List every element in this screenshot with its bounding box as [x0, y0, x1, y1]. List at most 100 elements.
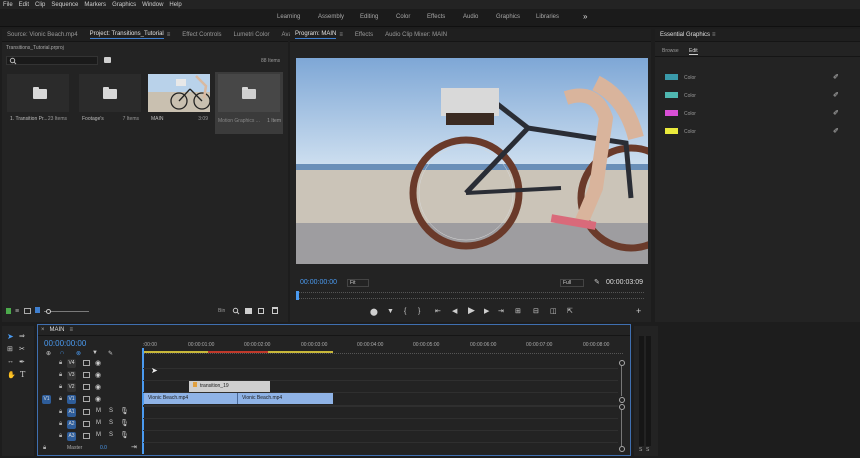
workspace-editing[interactable]: Editing [360, 14, 378, 20]
mark-in-icon[interactable]: { [404, 308, 406, 315]
step-forward-icon[interactable]: ▶ [484, 308, 489, 315]
wrench-icon[interactable]: ✎ [594, 278, 600, 286]
tab-effect-controls[interactable]: Effect Controls [182, 32, 221, 38]
mute-button[interactable]: M [96, 420, 101, 426]
find-icon[interactable] [232, 307, 240, 315]
color-swatch[interactable] [665, 92, 678, 98]
solo-button[interactable]: S [109, 408, 113, 414]
menu-graphics[interactable]: Graphics [112, 2, 136, 8]
scroll-handle-bottom[interactable] [619, 446, 625, 452]
selection-tool-icon[interactable]: ➤ [7, 332, 14, 341]
solo-left[interactable]: S [639, 447, 642, 453]
program-video-frame[interactable] [296, 58, 648, 264]
master-value[interactable]: 0.0 [100, 445, 107, 451]
source-patch-v1[interactable]: V1 [42, 395, 51, 404]
new-bin-icon[interactable] [104, 57, 111, 63]
step-back-icon[interactable]: ◀ [452, 308, 457, 315]
lock-track-icon[interactable]: 🔒︎ [59, 433, 62, 440]
eg-menu-icon[interactable]: ≡ [712, 32, 716, 38]
sync-lock-icon[interactable] [83, 433, 90, 439]
menu-sequence[interactable]: Sequence [51, 2, 78, 8]
new-item-icon[interactable] [258, 308, 264, 314]
workspace-audio[interactable]: Audio [463, 14, 478, 20]
lock-track-icon[interactable]: 🔒︎ [59, 384, 62, 391]
bin-footages[interactable]: Footage's 7 Items [79, 74, 141, 134]
timeline-menu-icon[interactable]: ≡ [70, 327, 74, 333]
menu-file[interactable]: File [3, 2, 13, 8]
program-playhead[interactable] [296, 291, 299, 300]
workspace-effects[interactable]: Effects [427, 14, 445, 20]
eg-tab-edit[interactable]: Edit [689, 48, 698, 55]
nest-icon[interactable]: ⊕ [46, 350, 51, 357]
workspace-libraries[interactable]: Libraries [536, 14, 559, 20]
scroll-handle-mid[interactable] [619, 404, 625, 410]
new-bin-footer-icon[interactable] [245, 308, 252, 314]
workspace-learning[interactable]: Learning [277, 14, 300, 20]
mute-button[interactable]: M [96, 432, 101, 438]
mark-out-icon[interactable]: } [418, 308, 420, 315]
sync-lock-icon[interactable] [83, 372, 90, 378]
menu-clip[interactable]: Clip [35, 2, 45, 8]
track-label[interactable]: V4 [67, 359, 76, 368]
workspace-assembly[interactable]: Assembly [318, 14, 344, 20]
pen-tool-icon[interactable]: ✒ [19, 358, 25, 366]
hand-tool-icon[interactable]: ✋ [7, 371, 16, 379]
project-menu-icon[interactable]: ≡ [167, 32, 171, 38]
eye-icon[interactable]: ◉ [95, 359, 101, 367]
solo-button[interactable]: S [109, 420, 113, 426]
tab-lumetri-color[interactable]: Lumetri Color [234, 32, 270, 38]
graphic-clip[interactable]: transition_19 [189, 381, 270, 392]
eye-icon[interactable]: ◉ [95, 395, 101, 403]
color-swatch[interactable] [665, 128, 678, 134]
scroll-handle-mid[interactable] [619, 397, 625, 403]
microphone-icon[interactable]: 🎙︎ [120, 431, 129, 439]
add-marker-icon[interactable]: ▼ [387, 308, 394, 315]
search-input[interactable] [6, 56, 98, 65]
bin-motion-graphics[interactable]: Motion Graphics ... 1 Item [215, 72, 283, 134]
tab-project[interactable]: Project: Transitions_Tutorial [89, 31, 164, 39]
workspace-overflow[interactable]: » [583, 12, 587, 21]
tab-audio-clip-mixer[interactable]: Audio Clip Mixer: MAIN [385, 32, 447, 38]
lift-icon[interactable]: ⊞ [515, 308, 521, 315]
lock-track-icon[interactable]: 🔒︎ [59, 421, 62, 428]
eyedropper-icon[interactable]: ✐ [833, 127, 839, 135]
solo-button[interactable]: S [109, 432, 113, 438]
zoom-slider-handle[interactable] [46, 309, 51, 314]
tab-source[interactable]: Source: Vionic Beach.mp4 [7, 32, 78, 38]
track-select-icon[interactable]: ⇒ [19, 332, 25, 340]
type-tool-icon[interactable]: T [20, 370, 25, 379]
lock-track-icon[interactable]: 🔒︎ [59, 409, 62, 416]
settings-wrench-icon[interactable]: ✎ [108, 350, 113, 357]
lock-track-icon[interactable]: 🔒︎ [59, 372, 62, 379]
solo-right[interactable]: S [646, 447, 649, 453]
menu-markers[interactable]: Markers [84, 2, 106, 8]
lock-icon[interactable] [6, 308, 11, 314]
eyedropper-icon[interactable]: ✐ [833, 73, 839, 81]
color-swatch[interactable] [665, 74, 678, 80]
close-tab-icon[interactable]: × [41, 327, 45, 333]
timeline-sequence-name[interactable]: MAIN [50, 327, 65, 333]
sync-lock-icon[interactable] [83, 360, 90, 366]
add-marker-timeline-icon[interactable]: ▼ [92, 350, 98, 356]
quality-dropdown[interactable]: Full [560, 279, 585, 287]
eye-icon[interactable]: ◉ [95, 371, 101, 379]
menu-edit[interactable]: Edit [19, 2, 29, 8]
eye-icon[interactable]: ◉ [95, 383, 101, 391]
eyedropper-icon[interactable]: ✐ [833, 109, 839, 117]
video-clip[interactable]: Vionic Beach.mp4 [237, 393, 333, 404]
razor-tool-icon[interactable]: ✂ [19, 345, 25, 353]
slip-tool-icon[interactable]: ↔ [7, 358, 14, 365]
workspace-color[interactable]: Color [396, 14, 410, 20]
icon-view-icon[interactable] [24, 308, 31, 314]
video-clip[interactable]: Vionic Beach.mp4 [144, 393, 237, 404]
ripple-edit-icon[interactable]: ⊞ [7, 345, 13, 353]
lock-track-icon[interactable]: 🔒︎ [59, 360, 62, 367]
time-ruler[interactable]: :00:00 00:00:01:00 00:00:02:00 00:00:03:… [143, 338, 623, 358]
tab-effects[interactable]: Effects [355, 32, 373, 38]
compare-icon[interactable]: ⇱ [567, 308, 573, 315]
microphone-icon[interactable]: 🎙︎ [120, 419, 129, 427]
menu-help[interactable]: Help [169, 2, 181, 8]
workspace-graphics[interactable]: Graphics [496, 14, 520, 20]
sync-lock-icon[interactable] [83, 396, 90, 402]
add-button[interactable]: + [636, 307, 641, 316]
